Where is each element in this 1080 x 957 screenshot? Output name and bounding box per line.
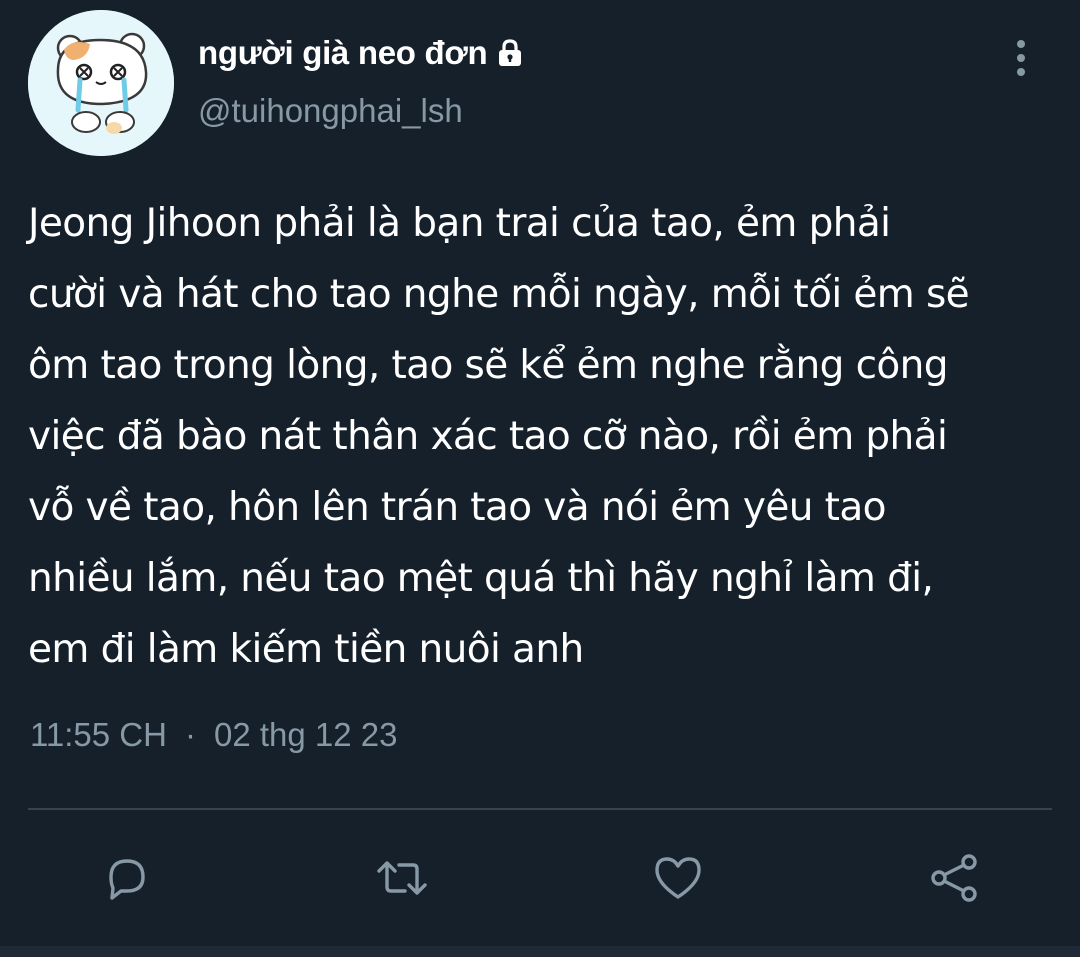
tweet-text-line: Jeong Jihoon phải là bạn trai của tao, ẻ… (28, 201, 891, 246)
reply-icon (109, 859, 145, 900)
display-name[interactable]: người già neo đơn (198, 34, 488, 72)
tweet-time[interactable]: 11:55 CH (30, 716, 167, 754)
display-name-row[interactable]: người già neo đơn (198, 30, 525, 76)
tweet-date[interactable]: 02 thg 12 23 (214, 716, 398, 754)
more-options-button[interactable] (1002, 36, 1040, 80)
share-icon (931, 854, 977, 902)
tweet-timestamp[interactable]: 11:55 CH · 02 thg 12 23 (30, 716, 397, 754)
tweet-text-line: vỗ về tao, hôn lên trán tao và nói ẻm yê… (28, 485, 886, 530)
retweet-button[interactable] (372, 848, 432, 908)
crying-bear-avatar-icon (28, 10, 174, 156)
user-handle[interactable]: @tuihongphai_lsh (198, 92, 463, 130)
tweet-text-line: cười và hát cho tao nghe mỗi ngày, mỗi t… (28, 272, 970, 317)
tweet-actions-bar (0, 848, 1080, 908)
timestamp-separator: · (184, 716, 196, 753)
tweet-text-line: em đi làm kiếm tiền nuôi anh (28, 627, 584, 672)
tweet-text: Jeong Jihoon phải là bạn trai của tao, ẻ… (28, 188, 1058, 685)
tweet-text-line: việc đã bào nát thân xác tao cỡ nào, rồi… (28, 414, 948, 459)
divider (28, 808, 1052, 810)
bottom-separator (0, 946, 1080, 957)
reply-button[interactable] (96, 848, 156, 908)
like-button[interactable] (648, 848, 708, 908)
tweet-text-line: ôm tao trong lòng, tao sẽ kể ẻm nghe rằn… (28, 343, 949, 388)
lock-icon (495, 38, 525, 68)
avatar[interactable] (28, 10, 174, 156)
retweet-icon (377, 861, 427, 895)
heart-icon (655, 857, 701, 899)
share-button[interactable] (924, 848, 984, 908)
tweet-detail: người già neo đơn @tuihongphai_lsh Jeong… (0, 0, 1080, 957)
tweet-text-line: nhiều lắm, nếu tao mệt quá thì hãy nghỉ … (28, 556, 934, 601)
more-vertical-icon (1017, 40, 1025, 76)
